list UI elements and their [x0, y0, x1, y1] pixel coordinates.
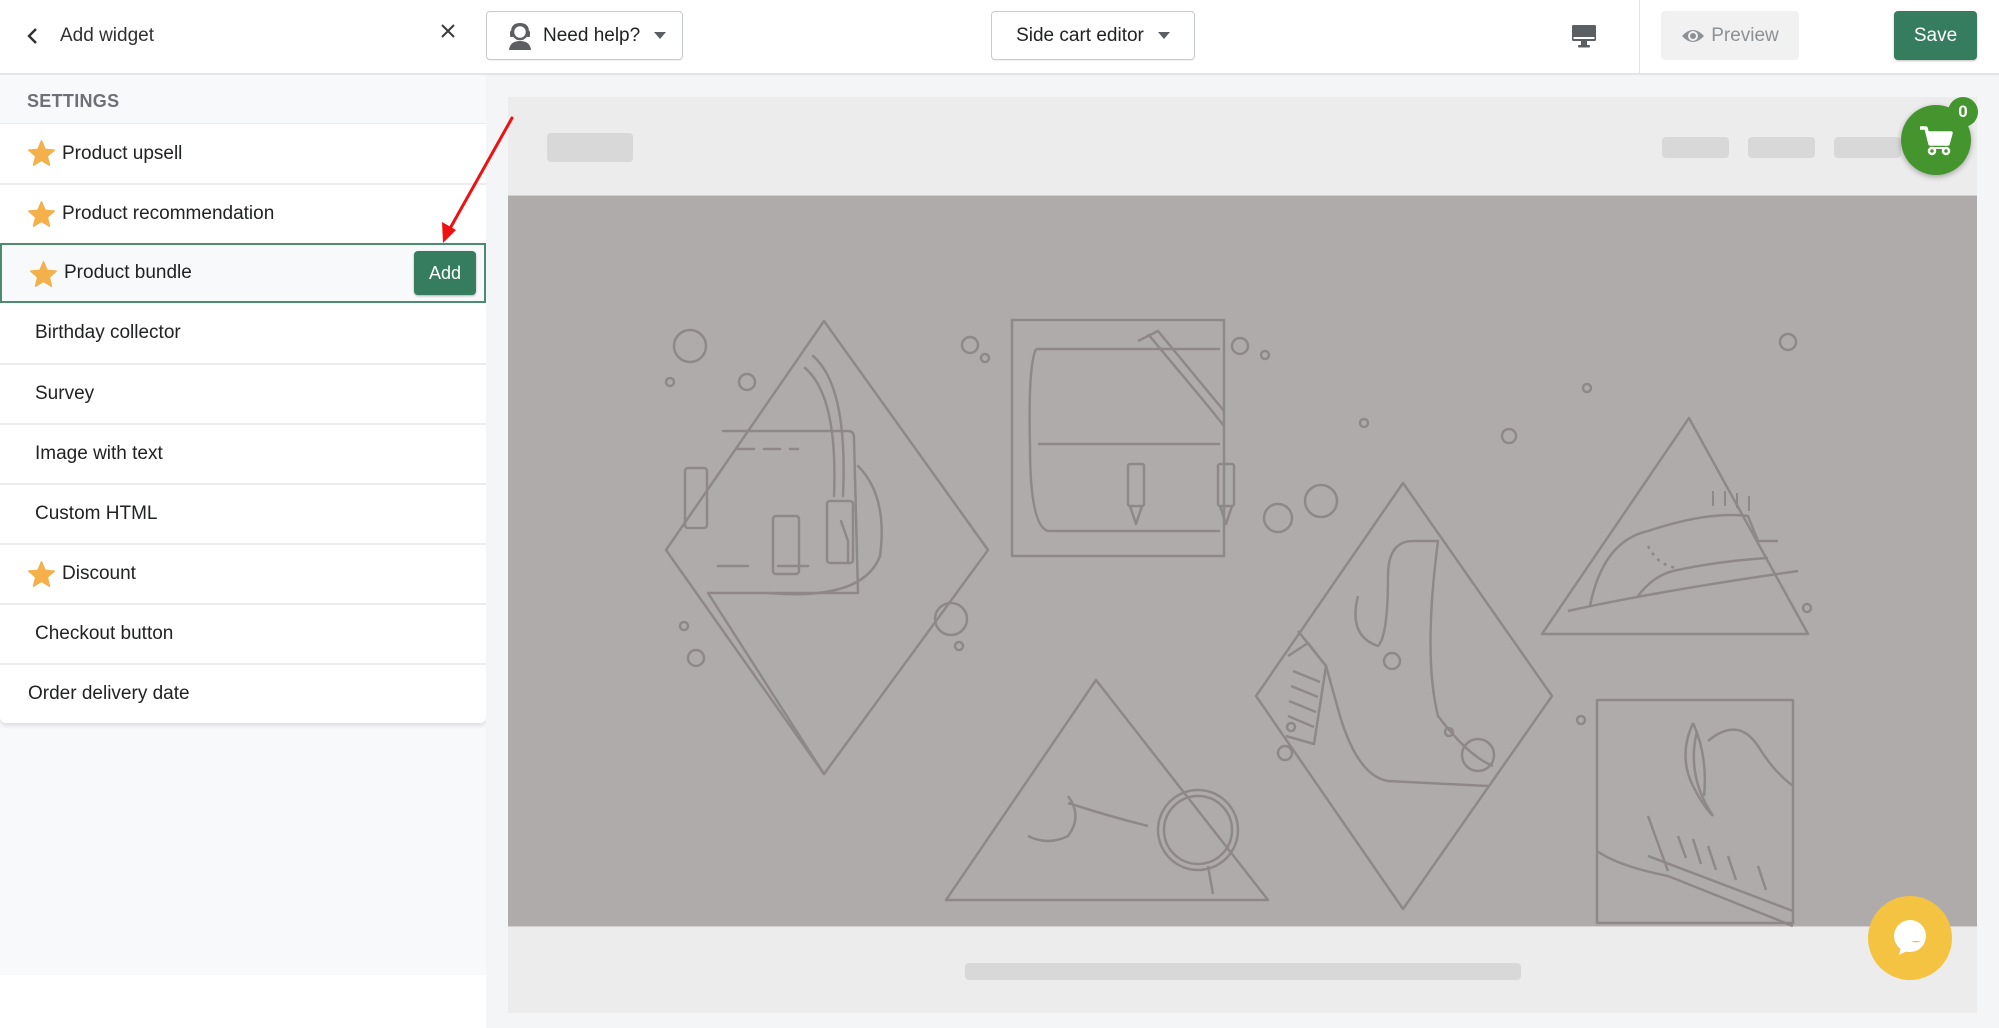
top-bar: Add widget Need help? Side cart editor P…: [0, 0, 1999, 75]
eye-icon: [1682, 29, 1705, 42]
chat-button[interactable]: [1868, 896, 1952, 980]
nav-placeholder: [1748, 137, 1815, 158]
widget-item[interactable]: Product bundle Add: [0, 243, 486, 303]
chat-icon: [1894, 920, 1926, 955]
need-help-label: Need help?: [543, 24, 641, 46]
star-icon: [27, 140, 56, 166]
hero-placeholder-image: [508, 195, 1977, 928]
widget-item[interactable]: Product recommendation: [0, 183, 486, 243]
editor-select-label: Side cart editor: [1016, 24, 1144, 46]
widget-list: Product upsell Product recommendation Prod…: [0, 123, 486, 723]
close-icon: [441, 24, 455, 38]
widget-item-label: Checkout button: [35, 623, 174, 644]
widget-item-label: Product upsell: [62, 142, 183, 164]
caret-down-icon: [654, 32, 667, 39]
sidebar-footer-space: [0, 975, 486, 1028]
nav-placeholder: [1662, 137, 1729, 158]
widget-item-label: Order delivery date: [28, 683, 190, 704]
save-label: Save: [1913, 24, 1958, 46]
preview-button[interactable]: Preview: [1661, 11, 1799, 60]
store-preview-frame: [508, 97, 1977, 1013]
widget-item[interactable]: Order delivery date: [0, 663, 486, 723]
preview-label: Preview: [1711, 24, 1779, 46]
star-icon: [27, 561, 56, 587]
widget-item-label: Image with text: [35, 443, 163, 464]
close-button[interactable]: [436, 16, 460, 46]
need-help-dropdown[interactable]: Need help?: [486, 11, 683, 60]
widget-item-label: Product recommendation: [62, 203, 275, 224]
nav-placeholder: [1834, 137, 1901, 158]
star-icon: [27, 201, 56, 227]
widget-item-label: Birthday collector: [35, 322, 181, 343]
widget-item[interactable]: Birthday collector: [0, 303, 486, 363]
caret-down-icon: [1157, 32, 1170, 39]
widget-item[interactable]: Product upsell: [0, 123, 486, 183]
chevron-left-icon: [27, 28, 37, 44]
logo-placeholder: [547, 133, 633, 162]
widget-item[interactable]: Discount: [0, 543, 486, 603]
footer-placeholder: [965, 963, 1521, 980]
desktop-icon: [1572, 25, 1596, 48]
section-title: SETTINGS: [27, 91, 120, 111]
editor-select-dropdown[interactable]: Side cart editor: [991, 11, 1195, 60]
support-agent-icon: [509, 22, 531, 50]
save-button[interactable]: Save: [1894, 11, 1977, 60]
toolbar-divider: [1639, 0, 1640, 74]
widget-item[interactable]: Image with text: [0, 423, 486, 483]
widget-item[interactable]: Custom HTML: [0, 483, 486, 543]
widget-item-label: Survey: [35, 383, 95, 404]
widget-item[interactable]: Checkout button: [0, 603, 486, 663]
device-toggle-button[interactable]: [1566, 18, 1602, 54]
panel-title: Add widget: [60, 25, 155, 46]
cart-icon: [1920, 126, 1953, 156]
widget-item-label: Discount: [62, 563, 136, 584]
add-widget-button[interactable]: Add: [414, 251, 476, 295]
widget-item[interactable]: Survey: [0, 363, 486, 423]
lifestyle-illustration: [664, 318, 1813, 928]
back-button[interactable]: Add widget: [22, 18, 154, 54]
cart-count-badge: 0: [1948, 97, 1978, 127]
star-icon: [29, 261, 58, 287]
widget-sidebar: SETTINGS Product upsell Product recommend…: [0, 75, 486, 975]
widget-item-label: Product bundle: [64, 262, 192, 283]
preview-canvas: [486, 75, 1999, 1028]
widget-item-label: Custom HTML: [35, 503, 158, 524]
